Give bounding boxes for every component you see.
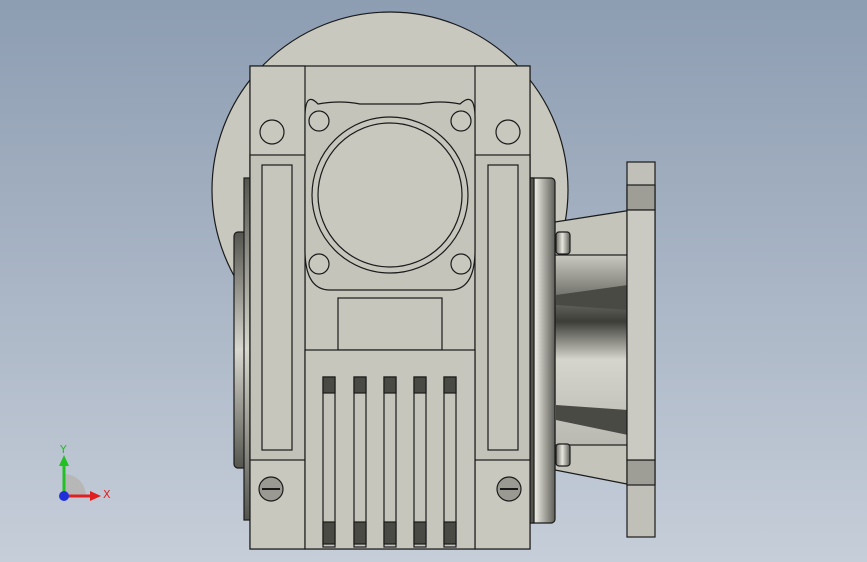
y-axis-arrowhead <box>59 455 69 466</box>
z-axis-dot <box>59 491 69 501</box>
cad-viewport[interactable] <box>0 0 867 562</box>
nameplate <box>337 297 443 351</box>
input-flange <box>304 98 476 291</box>
axis-triad: Y X <box>59 443 111 501</box>
y-axis-label: Y <box>59 443 67 456</box>
x-axis-arrowhead <box>90 491 101 501</box>
gearbox-model[interactable] <box>211 11 656 550</box>
x-axis-label: X <box>103 488 111 501</box>
motor-flange <box>554 161 656 538</box>
